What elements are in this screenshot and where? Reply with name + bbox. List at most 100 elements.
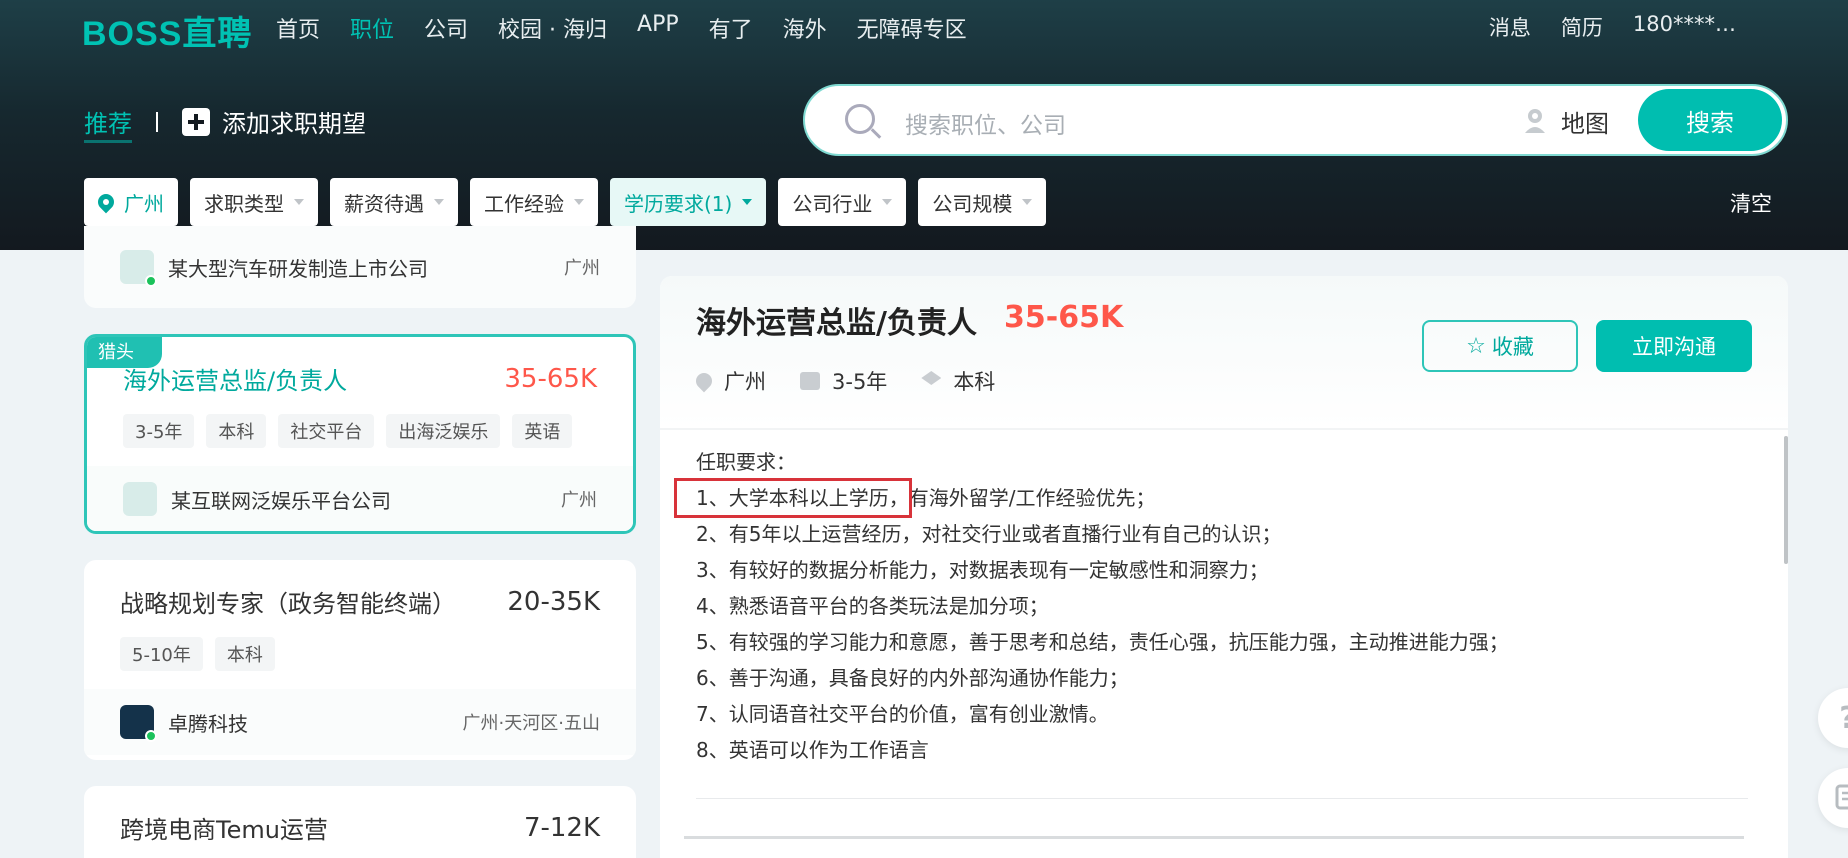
detail-education: 本科 xyxy=(921,366,995,396)
online-dot-icon xyxy=(145,730,157,742)
headhunter-badge: 猎头 xyxy=(87,337,162,368)
job-card[interactable]: 跨境电商Temu运营 7-12K xyxy=(84,786,636,858)
nav-home[interactable]: 首页 xyxy=(276,12,320,44)
detail-header: 海外运营总监/负责人 35-65K 广州 3-5年 本科 ☆ 收藏 立即沟通 xyxy=(660,276,1788,430)
detail-salary: 35-65K xyxy=(1004,300,1124,335)
nav-resume[interactable]: 简历 xyxy=(1561,12,1603,42)
nav-messages[interactable]: 消息 xyxy=(1489,12,1531,42)
nav-account[interactable]: 180****… xyxy=(1633,12,1736,42)
company-logo-icon xyxy=(120,250,157,287)
filter-bar: 广州 求职类型 薪资待遇 工作经验 学历要求(1) 公司行业 公司规模 xyxy=(84,178,1058,226)
company-city: 广州·天河区·五山 xyxy=(462,713,600,734)
job-title[interactable]: 海外运营总监/负责人 xyxy=(123,361,347,396)
filter-experience[interactable]: 工作经验 xyxy=(470,178,598,226)
requirement-line: 4、熟悉语音平台的各类玩法是加分项； xyxy=(696,594,1049,618)
filter-industry[interactable]: 公司行业 xyxy=(778,178,907,226)
caret-down-icon xyxy=(294,199,304,205)
requirements-section: 任职要求： 1、大学本科以上学历，有海外留学/工作经验优先； 2、有5年以上运营… xyxy=(674,444,1509,768)
tag: 5-10年 xyxy=(120,637,203,671)
briefcase-icon xyxy=(800,372,820,390)
map-button[interactable]: 地图 xyxy=(1561,104,1609,139)
nav-overseas[interactable]: 海外 xyxy=(783,12,827,44)
help-icon[interactable]: ? xyxy=(1818,688,1848,748)
divider xyxy=(696,798,1748,799)
nav-accessibility[interactable]: 无障碍专区 xyxy=(857,12,967,44)
filter-city[interactable]: 广州 xyxy=(84,178,178,226)
filter-company-size[interactable]: 公司规模 xyxy=(918,178,1047,226)
job-title[interactable]: 跨境电商Temu运营 xyxy=(120,810,328,845)
caret-down-icon xyxy=(742,199,753,205)
star-icon: ☆ xyxy=(1466,333,1486,359)
detail-education-label: 本科 xyxy=(953,370,996,394)
clear-filters-button[interactable]: 清空 xyxy=(1730,188,1772,218)
divider xyxy=(156,111,158,132)
filter-label: 薪资待遇 xyxy=(344,191,424,216)
nav-youle[interactable]: 有了 xyxy=(709,12,753,44)
tag: 社交平台 xyxy=(278,414,375,448)
map-pin-icon xyxy=(1525,109,1545,133)
requirement-line: 7、认同语音社交平台的价值，富有创业激情。 xyxy=(696,702,1109,726)
recommend-row: 推荐 添加求职期望 xyxy=(84,104,366,143)
user-nav: 消息 简历 180****… xyxy=(1459,12,1736,42)
requirement-line: 8、英语可以作为工作语言 xyxy=(696,738,929,762)
nav-jobs[interactable]: 职位 xyxy=(350,12,394,44)
job-salary: 7-12K xyxy=(523,812,600,843)
chat-now-button[interactable]: 立即沟通 xyxy=(1596,320,1752,372)
caret-down-icon xyxy=(882,199,893,205)
tab-recommend[interactable]: 推荐 xyxy=(84,104,132,143)
requirement-line: 5、有较强的学习能力和意愿，善于思考和总结，责任心强，抗压能力强，主动推进能力强… xyxy=(696,630,1509,654)
feedback-icon[interactable] xyxy=(1818,768,1848,828)
filter-salary[interactable]: 薪资待遇 xyxy=(330,178,458,226)
requirements-heading: 任职要求： xyxy=(696,450,796,474)
caret-down-icon xyxy=(434,199,444,205)
graduation-cap-icon xyxy=(921,371,942,385)
filter-label: 公司规模 xyxy=(932,191,1013,216)
tag: 3-5年 xyxy=(123,414,195,448)
search-icon xyxy=(845,104,875,134)
nav-campus[interactable]: 校园 · 海归 xyxy=(498,12,607,44)
company-name: 某互联网泛娱乐平台公司 xyxy=(171,488,391,513)
scrollbar[interactable] xyxy=(1784,436,1788,564)
top-header: BOSS直聘 首页 职位 公司 校园 · 海归 APP 有了 海外 无障碍专区 … xyxy=(0,0,1848,250)
search-button[interactable]: 搜索 xyxy=(1638,89,1782,151)
company-city: 广州 xyxy=(561,490,597,511)
location-icon xyxy=(692,369,716,393)
filter-city-label: 广州 xyxy=(124,191,164,216)
detail-experience: 3-5年 xyxy=(800,366,887,396)
filter-education[interactable]: 学历要求(1) xyxy=(610,178,767,226)
job-title[interactable]: 战略规划专家（政务智能终端） xyxy=(120,584,456,619)
favorite-label: 收藏 xyxy=(1491,335,1534,359)
favorite-button[interactable]: ☆ 收藏 xyxy=(1422,320,1578,372)
nav-app[interactable]: APP xyxy=(637,12,679,44)
filter-label: 学历要求(1) xyxy=(624,191,733,216)
job-card[interactable]: 战略规划专家（政务智能终端） 20-35K 5-10年 本科 卓腾科技 广州·天… xyxy=(84,560,636,760)
detail-city: 广州 xyxy=(692,366,766,396)
search-input[interactable]: 搜索职位、公司 xyxy=(905,106,1066,140)
company-logo-icon xyxy=(120,705,157,742)
horizontal-scrollbar[interactable] xyxy=(684,836,1744,839)
filter-label: 工作经验 xyxy=(484,191,564,216)
filter-label: 求职类型 xyxy=(204,191,284,216)
company-row[interactable]: 卓腾科技 广州·天河区·五山 xyxy=(84,689,636,755)
search-bar: 搜索职位、公司 地图 搜索 xyxy=(803,84,1788,156)
job-card-selected[interactable]: 猎头 海外运营总监/负责人 35-65K 3-5年 本科 社交平台 出海泛娱乐 … xyxy=(84,334,636,534)
company-name: 卓腾科技 xyxy=(168,711,248,736)
filter-label: 公司行业 xyxy=(792,191,873,216)
caret-down-icon xyxy=(574,199,584,205)
plus-icon[interactable] xyxy=(182,107,210,136)
job-card-previous[interactable]: 某大型汽车研发制造上市公司 广州 xyxy=(84,226,636,308)
tag: 出海泛娱乐 xyxy=(386,414,501,448)
job-tags: 3-5年 本科 社交平台 出海泛娱乐 英语 xyxy=(87,414,633,448)
add-job-expectation-button[interactable]: 添加求职期望 xyxy=(222,104,366,139)
boss-logo[interactable]: BOSS直聘 xyxy=(82,6,252,55)
filter-job-type[interactable]: 求职类型 xyxy=(190,178,318,226)
nav-companies[interactable]: 公司 xyxy=(424,12,468,44)
highlight-box xyxy=(674,478,912,518)
job-title-row: 海外运营总监/负责人 35-65K xyxy=(87,361,633,396)
company-row[interactable]: 某互联网泛娱乐平台公司 广州 xyxy=(87,466,633,531)
requirement-line: 6、善于沟通，具备良好的内外部沟通协作能力； xyxy=(696,666,1129,690)
job-title-row: 跨境电商Temu运营 7-12K xyxy=(84,810,636,845)
detail-meta: 广州 3-5年 本科 xyxy=(692,366,1029,396)
detail-city-label: 广州 xyxy=(724,370,766,394)
detail-title: 海外运营总监/负责人 xyxy=(696,306,977,341)
